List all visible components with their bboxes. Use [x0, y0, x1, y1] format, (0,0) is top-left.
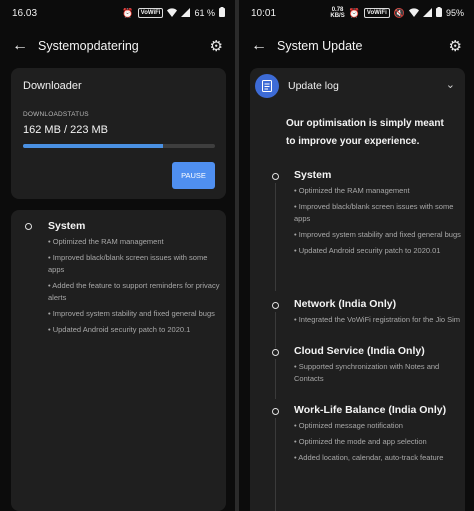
- list-item: • Optimized the RAM management: [294, 186, 410, 195]
- mute-icon: 🔇: [393, 7, 405, 18]
- section-bullet: [272, 173, 279, 180]
- list-item: • Updated Android security patch to 2020…: [48, 325, 191, 334]
- timeline-line: [275, 312, 276, 348]
- status-time: 16.03: [12, 7, 38, 19]
- list-item: • Improved black/blank screen issues wit…: [48, 253, 208, 274]
- section-bullet: [272, 302, 279, 309]
- alarm-icon: ⏰: [122, 7, 134, 18]
- alarm-icon: ⏰: [348, 7, 360, 18]
- status-time: 10:01: [251, 7, 277, 19]
- download-progress-bar: [23, 144, 215, 148]
- left-screenshot: 16.03 ⏰ VoWiFi 61 % ← Systemopdatering ⚙…: [0, 0, 235, 511]
- update-log-header[interactable]: Update log ⌄: [250, 74, 465, 104]
- battery-text: 95%: [445, 8, 464, 18]
- list-item: • Added location, calendar, auto-track f…: [294, 453, 444, 462]
- section-title: Network (India Only): [294, 298, 397, 310]
- back-arrow-icon[interactable]: ←: [12, 37, 36, 55]
- system-section: System • Optimized the RAM management • …: [294, 169, 464, 257]
- vowifi-badge: VoWiFi: [363, 8, 390, 18]
- section-bullet: [25, 223, 32, 230]
- network-section: Network (India Only) • Integrated the Vo…: [294, 298, 464, 326]
- battery-icon: [219, 7, 225, 19]
- section-bullet: [272, 408, 279, 415]
- pause-button[interactable]: PAUSE: [172, 162, 215, 189]
- list-item: • Optimized message notification: [294, 421, 403, 430]
- signal-icon: [422, 7, 432, 19]
- battery-text: 61 %: [194, 8, 215, 18]
- back-arrow-icon[interactable]: ←: [251, 37, 275, 55]
- wifi-icon: [408, 7, 419, 19]
- timeline-line: [275, 418, 276, 511]
- list-item: • Improved system stability and fixed ge…: [294, 230, 461, 239]
- timeline-line: [275, 183, 276, 291]
- section-title: System: [294, 169, 332, 181]
- update-log-label: Update log: [288, 80, 339, 92]
- list-item: • Optimized the RAM management: [48, 237, 164, 246]
- download-status-label: DOWNLOADSTATUS: [23, 111, 89, 118]
- list-item: • Supported synchronization with Notes a…: [294, 362, 440, 383]
- list-item: • Added the feature to support reminders…: [48, 281, 220, 302]
- system-section: System • Optimized the RAM management • …: [48, 220, 220, 336]
- app-bar: ← Systemopdatering ⚙: [0, 26, 235, 66]
- gear-icon[interactable]: ⚙: [449, 37, 462, 55]
- gear-icon[interactable]: ⚙: [210, 37, 223, 55]
- right-screenshot: 10:01 0.78 KB/S ⏰ VoWiFi 🔇 95% ← System …: [239, 0, 474, 511]
- status-bar: 10:01 0.78 KB/S ⏰ VoWiFi 🔇 95%: [239, 0, 474, 26]
- update-intro: Our optimisation is simply meant to impr…: [286, 118, 444, 147]
- network-speed: 0.78 KB/S: [330, 7, 345, 19]
- battery-icon: [435, 7, 442, 19]
- signal-icon: [181, 7, 191, 19]
- section-title: Cloud Service (India Only): [294, 345, 425, 357]
- status-bar: 16.03 ⏰ VoWiFi 61 %: [0, 0, 235, 26]
- download-title: Downloader: [23, 80, 82, 92]
- download-card: Downloader DOWNLOADSTATUS 162 MB / 223 M…: [11, 68, 226, 199]
- section-bullet: [272, 349, 279, 356]
- document-icon: [255, 74, 279, 98]
- update-log-card: Update log ⌄ Our optimisation is simply …: [250, 68, 465, 511]
- section-title: System: [48, 220, 86, 232]
- section-title: Work-Life Balance (India Only): [294, 404, 447, 416]
- changelog-card: System • Optimized the RAM management • …: [11, 210, 226, 511]
- list-item: • Integrated the VoWiFi registration for…: [294, 315, 461, 324]
- download-progress-fill: [23, 144, 164, 148]
- list-item: • Optimized the mode and app selection: [294, 437, 427, 446]
- page-title: Systemopdatering: [38, 39, 139, 53]
- list-item: • Updated Android security patch to 2020…: [294, 246, 441, 255]
- timeline-line: [275, 359, 276, 399]
- list-item: • Improved system stability and fixed ge…: [48, 309, 215, 318]
- download-size: 162 MB / 223 MB: [23, 124, 108, 136]
- cloud-service-section: Cloud Service (India Only) • Supported s…: [294, 345, 464, 385]
- wifi-icon: [167, 7, 178, 19]
- work-life-balance-section: Work-Life Balance (India Only) • Optimiz…: [294, 404, 464, 464]
- vowifi-badge: VoWiFi: [137, 8, 164, 18]
- chevron-down-icon[interactable]: ⌄: [446, 78, 455, 91]
- app-bar: ← System Update ⚙: [239, 26, 474, 66]
- page-title: System Update: [277, 39, 363, 53]
- list-item: • Improved black/blank screen issues wit…: [294, 202, 454, 223]
